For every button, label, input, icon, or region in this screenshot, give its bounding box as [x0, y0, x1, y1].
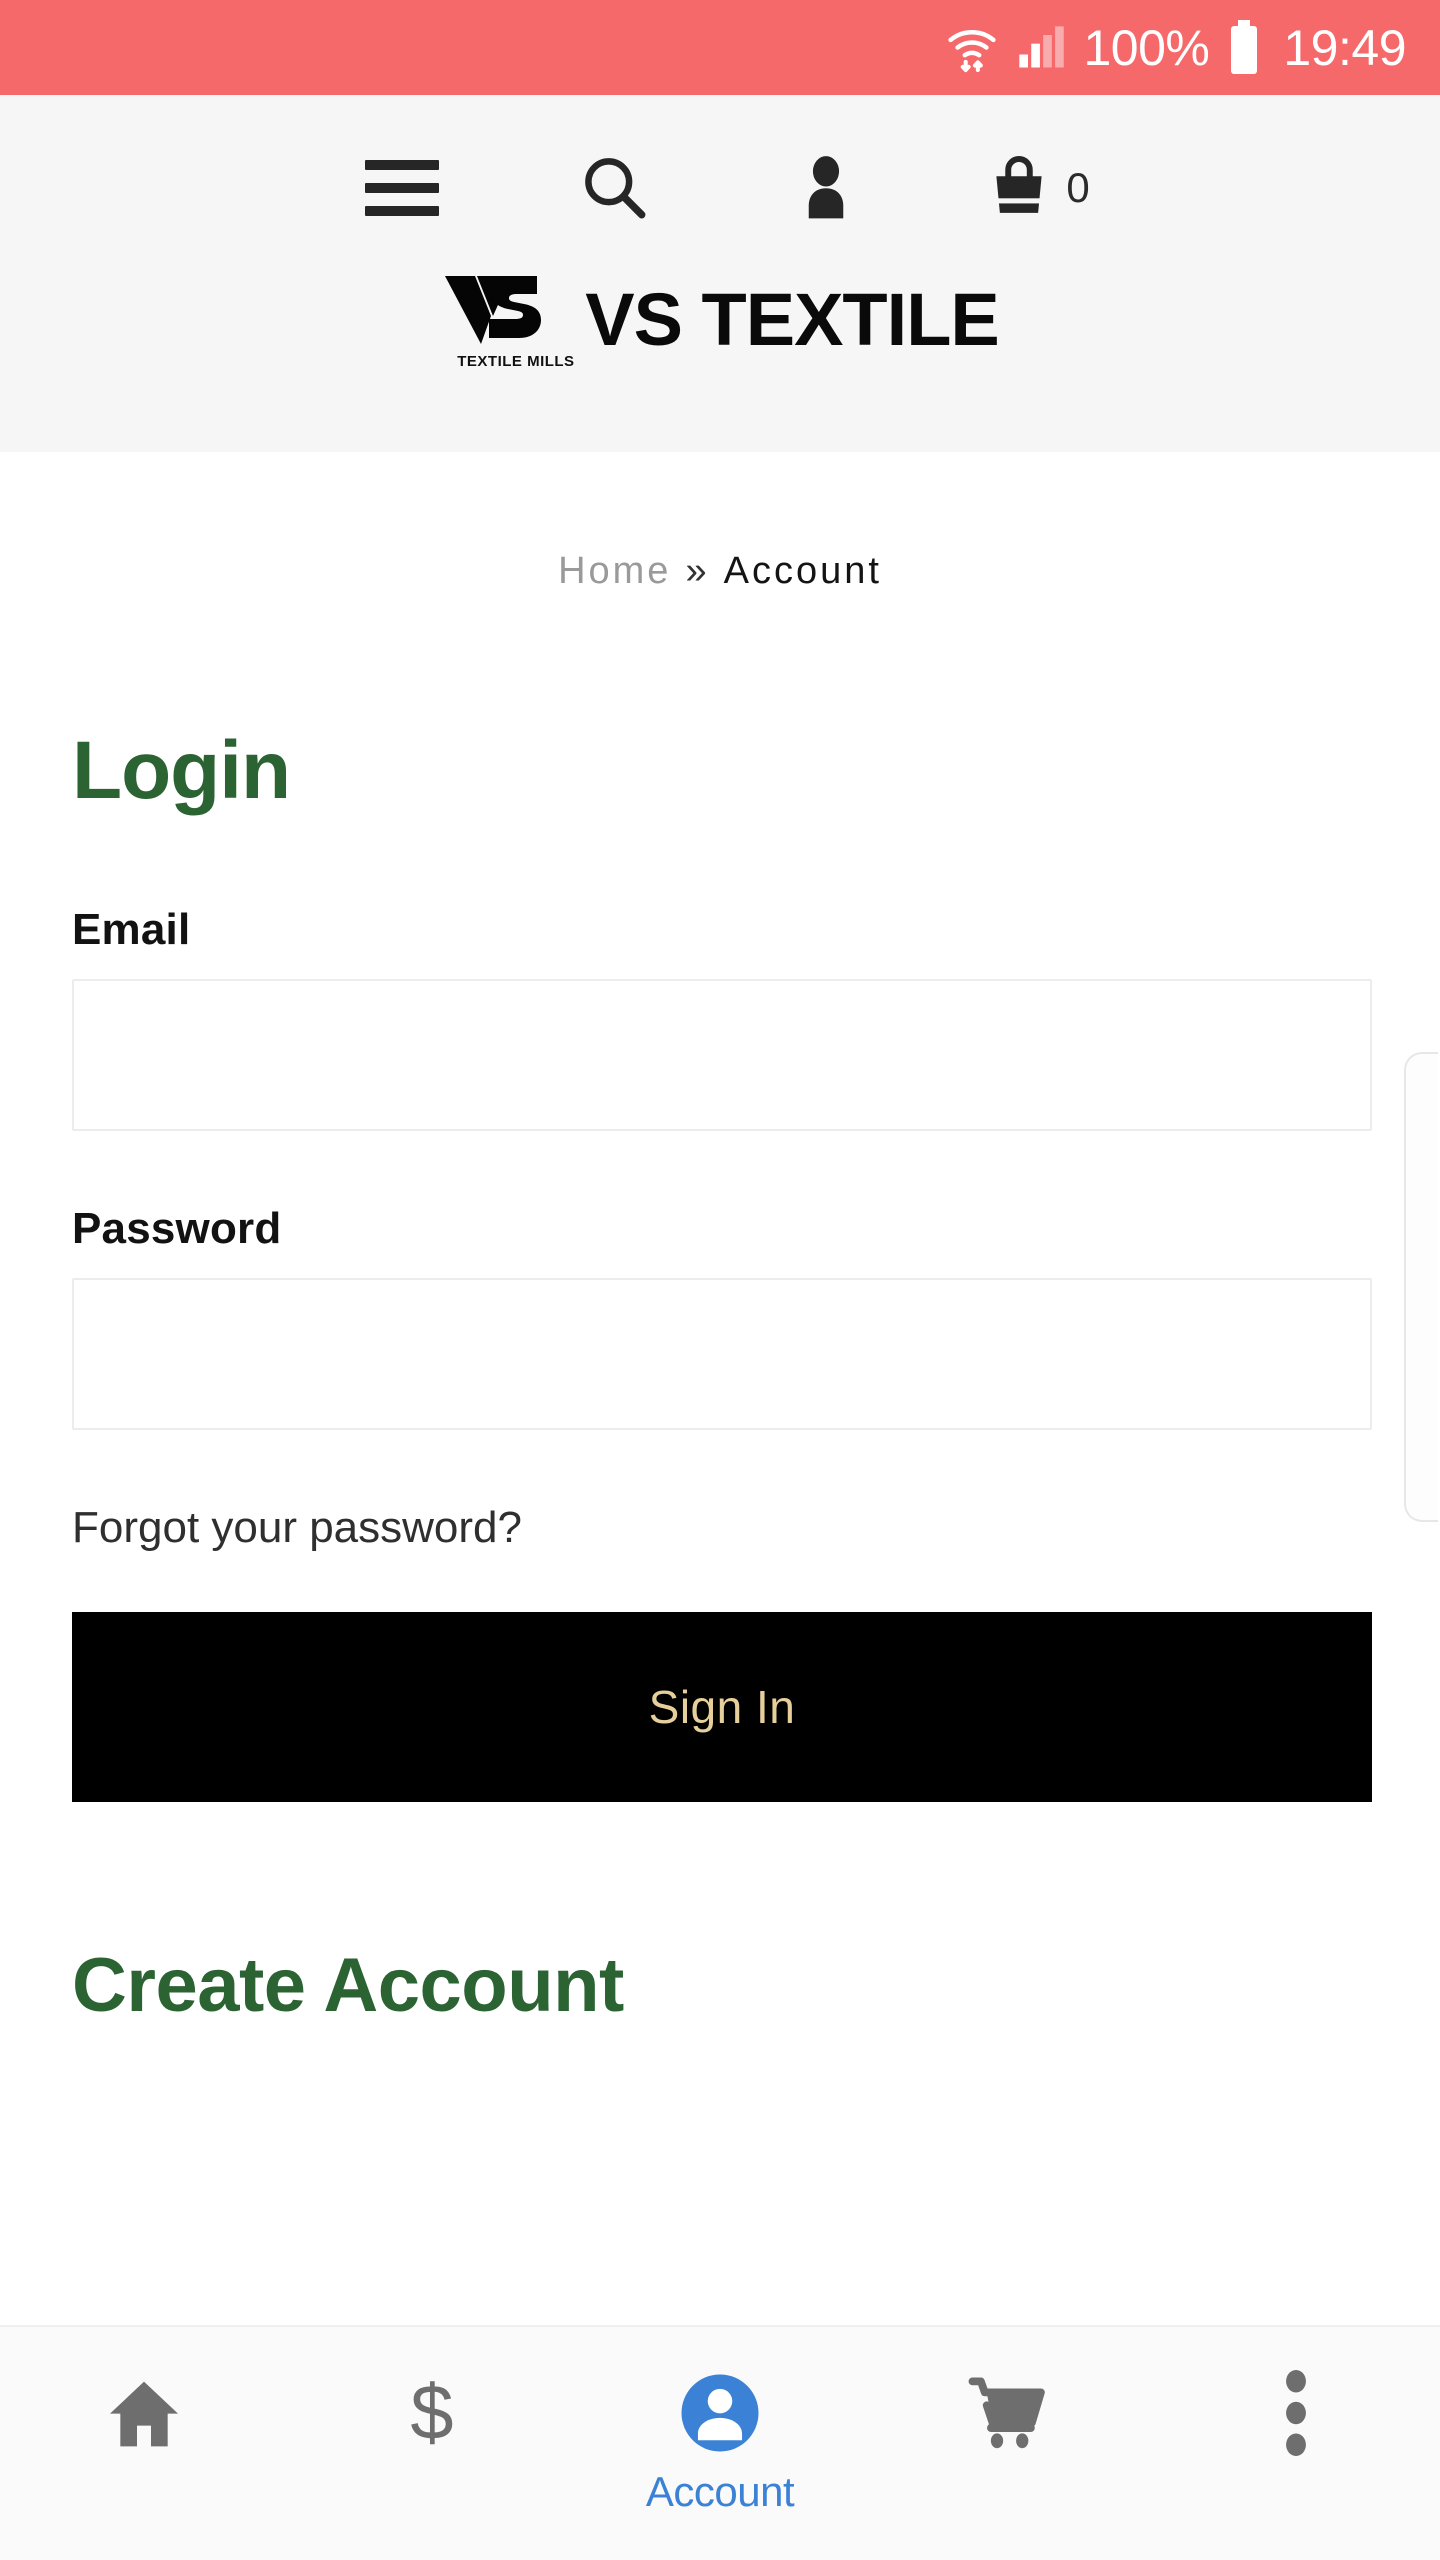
cellular-signal-icon [1015, 22, 1067, 74]
email-label: Email [72, 905, 191, 954]
more-vertical-icon [1281, 2365, 1311, 2461]
status-bar: 100% 19:49 [0, 0, 1440, 95]
cart-count-badge: 0 [1066, 164, 1090, 211]
clock-label: 19:49 [1283, 19, 1406, 76]
password-label: Password [72, 1204, 282, 1253]
password-field[interactable] [72, 1278, 1372, 1430]
bottom-nav-item-price[interactable]: $ [288, 2365, 576, 2555]
logo-wordmark: VS TEXTILE [585, 278, 1000, 361]
home-icon [104, 2365, 184, 2461]
site-logo[interactable]: TEXTILE MILLS VS TEXTILE [0, 255, 1440, 385]
app-screen: 100% 19:49 0 TEXTILE MILLS VS TEXTILE Ho… [0, 0, 1440, 2560]
breadcrumb: Home » Account [0, 552, 1440, 590]
cart-button[interactable]: 0 [932, 133, 1144, 243]
create-account-heading: Create Account [72, 1943, 624, 2028]
menu-button[interactable] [296, 133, 508, 243]
svg-text:$: $ [410, 2371, 453, 2455]
person-icon [794, 153, 858, 224]
account-person-icon [678, 2365, 762, 2461]
account-button[interactable] [720, 133, 932, 243]
battery-percent-label: 100% [1083, 19, 1210, 76]
login-form: Login Email Password Forgot your passwor… [72, 725, 1372, 2028]
battery-full-icon [1227, 19, 1261, 76]
logo-tagline: TEXTILE MILLS [457, 353, 575, 370]
bottom-nav-label-account: Account [645, 2468, 795, 2515]
bottom-navigation-bar: $ Account [0, 2325, 1440, 2560]
bottom-nav-item-account[interactable]: Account [576, 2365, 864, 2555]
sign-in-button[interactable]: Sign In [72, 1612, 1372, 1802]
wifi-icon [945, 21, 999, 75]
shopping-cart-icon [966, 2365, 1050, 2461]
search-button[interactable] [508, 133, 720, 243]
header-nav: 0 [0, 133, 1440, 243]
dollar-sign-icon: $ [394, 2365, 470, 2461]
email-field[interactable] [72, 979, 1372, 1131]
shopping-bag-icon [986, 152, 1052, 225]
bottom-nav-item-more[interactable] [1152, 2365, 1440, 2555]
bottom-nav-item-home[interactable] [0, 2365, 288, 2555]
bottom-nav-item-cart[interactable] [864, 2365, 1152, 2555]
site-header: 0 TEXTILE MILLS VS TEXTILE [0, 95, 1440, 452]
page-scrollbar[interactable] [1404, 1052, 1438, 1522]
forgot-password-link[interactable]: Forgot your password? [72, 1506, 522, 1550]
breadcrumb-home-link[interactable]: Home [558, 550, 671, 592]
login-heading: Login [72, 725, 291, 816]
vs-monogram-icon: TEXTILE MILLS [441, 272, 574, 370]
search-icon [577, 150, 651, 227]
page-content: Home » Account Login Email Password Forgot… [0, 452, 1440, 2325]
breadcrumb-current: Account [723, 550, 882, 592]
hamburger-menu-icon [365, 160, 439, 216]
breadcrumb-separator: » [685, 550, 710, 592]
